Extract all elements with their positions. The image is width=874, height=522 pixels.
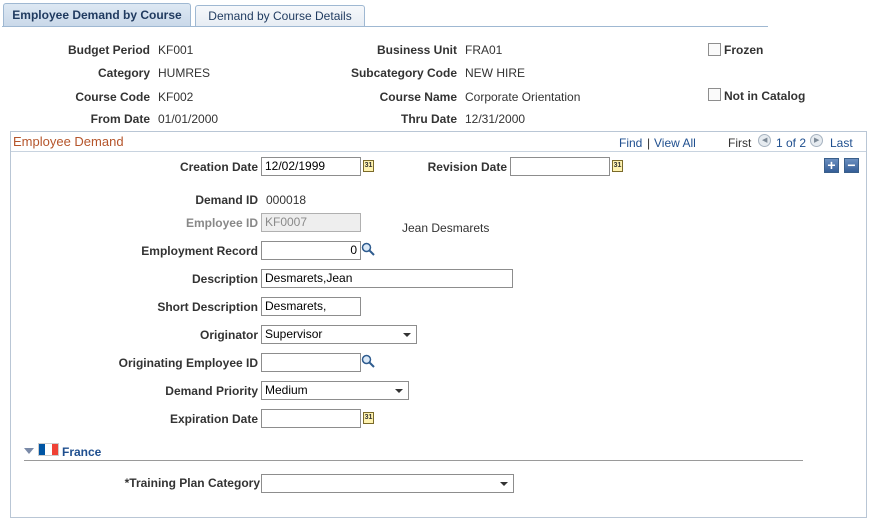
revision-date-label: Revision Date — [427, 160, 507, 174]
scroll-header: Employee Demand Find | View All First ◀ … — [11, 132, 866, 152]
course-code-label: Course Code — [75, 90, 150, 104]
course-name-value: Corporate Orientation — [465, 90, 581, 104]
from-date-value: 01/01/2000 — [158, 112, 219, 126]
originating-employee-input[interactable] — [261, 353, 361, 372]
chevron-down-icon — [403, 333, 411, 337]
frozen-label: Frozen — [724, 43, 764, 57]
first-label: First — [728, 136, 752, 150]
add-row-button[interactable]: + — [824, 158, 839, 173]
france-section-title[interactable]: France — [62, 445, 101, 459]
budget-period-label: Budget Period — [67, 43, 150, 57]
employee-id-input: KF0007 — [261, 213, 361, 232]
view-all-link[interactable]: View All — [654, 136, 696, 150]
link-separator: | — [647, 136, 651, 150]
delete-row-button[interactable]: − — [844, 158, 859, 173]
expiration-date-label: Expiration Date — [169, 412, 258, 426]
creation-date-input[interactable]: 12/02/1999 — [261, 157, 361, 176]
employee-name: Jean Desmarets — [402, 221, 490, 235]
training-plan-category-label: *Training Plan Category — [124, 476, 260, 490]
subcategory-label: Subcategory Code — [350, 66, 457, 80]
thru-date-label: Thru Date — [400, 112, 457, 126]
tab-demand-by-course-details[interactable]: Demand by Course Details — [195, 5, 365, 27]
employment-record-lookup-icon[interactable] — [361, 242, 375, 256]
originating-employee-lookup-icon[interactable] — [361, 354, 375, 368]
not-in-catalog-label: Not in Catalog — [724, 89, 806, 103]
chevron-down-icon — [395, 389, 403, 393]
find-link[interactable]: Find — [619, 136, 642, 150]
expiration-date-input[interactable] — [261, 409, 361, 428]
from-date-label: From Date — [90, 112, 150, 126]
tab-bar-divider — [2, 26, 768, 27]
business-unit-value: FRA01 — [465, 43, 503, 57]
creation-date-label: Creation Date — [179, 160, 258, 174]
creation-date-calendar-icon[interactable]: 31 — [363, 160, 374, 172]
category-label: Category — [97, 66, 150, 80]
expiration-date-calendar-icon[interactable]: 31 — [363, 412, 374, 424]
course-code-value: KF002 — [158, 90, 194, 104]
row-counter: 1 of 2 — [776, 136, 807, 150]
category-value: HUMRES — [158, 66, 211, 80]
originator-label: Originator — [199, 328, 258, 342]
demand-priority-value: Medium — [265, 383, 308, 397]
france-section-divider — [24, 460, 803, 461]
short-description-input[interactable]: Desmarets, — [261, 297, 361, 316]
subcategory-value: NEW HIRE — [465, 66, 525, 80]
originator-value: Supervisor — [265, 327, 323, 341]
chevron-down-icon — [500, 482, 508, 486]
demand-id-label: Demand ID — [195, 193, 258, 207]
employee-id-label: Employee ID — [185, 216, 258, 230]
description-input[interactable]: Desmarets,Jean — [261, 269, 513, 288]
last-link[interactable]: Last — [830, 136, 853, 150]
not-in-catalog-checkbox[interactable] — [708, 88, 721, 101]
demand-priority-select[interactable]: Medium — [261, 381, 409, 400]
france-flag-icon — [38, 443, 59, 456]
training-plan-category-select[interactable] — [261, 474, 514, 493]
employment-record-input[interactable]: 0 — [261, 241, 361, 260]
demand-id-value: 000018 — [266, 193, 307, 207]
budget-period-value: KF001 — [158, 43, 194, 57]
course-name-label: Course Name — [379, 90, 457, 104]
tab-employee-demand-by-course[interactable]: Employee Demand by Course — [3, 3, 191, 27]
scroll-title: Employee Demand — [13, 134, 124, 149]
description-label: Description — [191, 272, 258, 286]
revision-date-calendar-icon[interactable]: 31 — [612, 160, 623, 172]
employment-record-label: Employment Record — [141, 244, 258, 258]
frozen-checkbox[interactable] — [708, 43, 721, 56]
thru-date-value: 12/31/2000 — [465, 112, 526, 126]
previous-row-icon[interactable]: ◀ — [758, 134, 771, 147]
business-unit-label: Business Unit — [376, 43, 457, 57]
next-row-icon[interactable]: ▶ — [810, 134, 823, 147]
short-description-label: Short Description — [157, 300, 258, 314]
originator-select[interactable]: Supervisor — [261, 325, 417, 344]
demand-priority-label: Demand Priority — [165, 384, 258, 398]
originating-employee-label: Originating Employee ID — [118, 356, 258, 370]
revision-date-input[interactable] — [510, 157, 610, 176]
collapse-triangle-icon[interactable] — [24, 448, 34, 454]
